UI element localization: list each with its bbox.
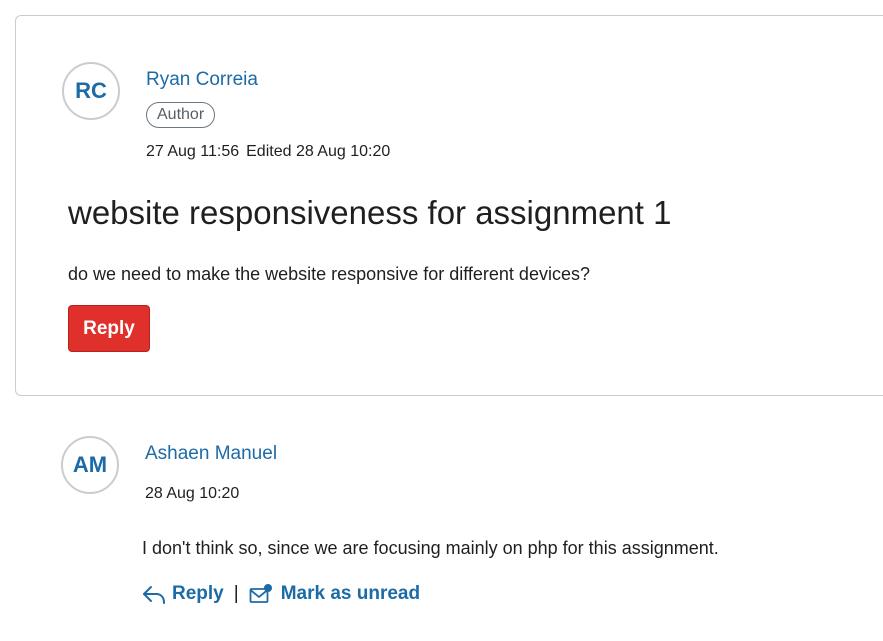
author-name[interactable]: Ryan Correia xyxy=(146,69,258,91)
reply-author-name[interactable]: Ashaen Manuel xyxy=(145,443,277,465)
avatar-initials: AM xyxy=(72,452,108,477)
post-timestamp: 27 Aug 11:56 xyxy=(146,143,240,160)
reply-body: I don't think so, since we are focusing … xyxy=(142,538,719,558)
avatar[interactable]: AM xyxy=(61,436,119,494)
reply-timestamp: 28 Aug 10:20 xyxy=(145,485,240,502)
post-meta: 27 Aug 11:56 Edited 28 Aug 10:20 xyxy=(146,143,390,161)
reply-actions: Reply | Mark as unread xyxy=(142,580,420,608)
mark-as-unread-label: Mark as unread xyxy=(280,583,421,604)
reply-button[interactable]: Reply xyxy=(68,305,150,352)
envelope-unread-icon xyxy=(249,583,273,605)
avatar-initials: RC xyxy=(75,78,107,103)
reply-link[interactable]: Reply xyxy=(142,583,224,605)
action-separator: | xyxy=(233,583,239,604)
topic-body: do we need to make the website responsiv… xyxy=(68,264,590,284)
reply-link-label: Reply xyxy=(172,583,224,604)
topic-title: website responsiveness for assignment 1 xyxy=(68,194,672,231)
mark-as-unread-link[interactable]: Mark as unread xyxy=(249,583,420,605)
avatar[interactable]: RC xyxy=(62,62,120,120)
author-role-badge: Author xyxy=(146,102,216,128)
reply-arrow-icon xyxy=(142,583,166,605)
edited-timestamp: Edited 28 Aug 10:20 xyxy=(246,143,391,160)
